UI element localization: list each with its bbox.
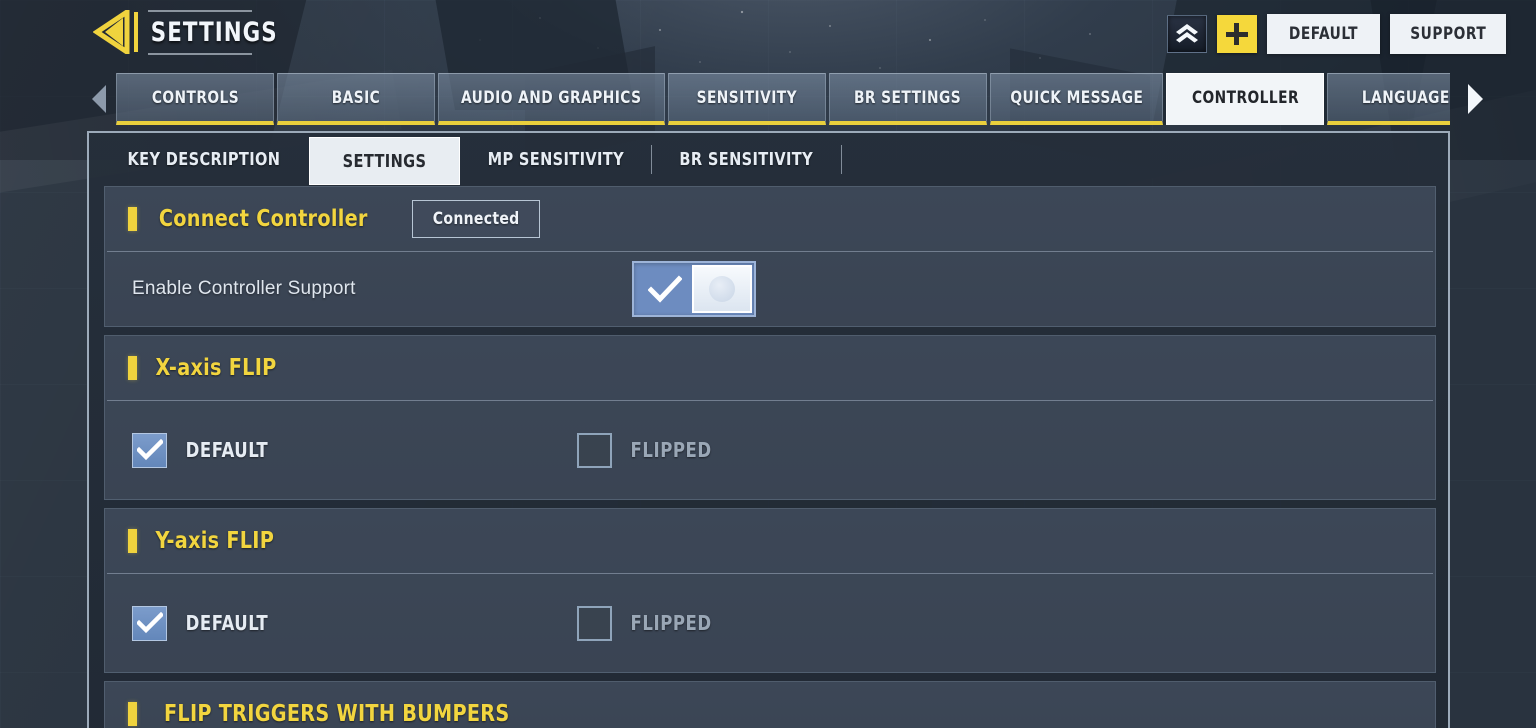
tab-label: AUDIO AND GRAPHICS [461, 87, 642, 108]
tab-label: CONTROLS [151, 87, 239, 108]
tabs-scroll-right-button[interactable] [1460, 73, 1490, 125]
subtab-label: BR SENSITIVITY [679, 149, 814, 170]
checkbox-checked[interactable] [132, 605, 167, 641]
tab-label: BASIC [331, 87, 381, 108]
checkbox-label: FLIPPED [630, 611, 712, 635]
tab-audio-and-graphics[interactable]: AUDIO AND GRAPHICS [438, 73, 665, 125]
top-right-controls: DEFAULT SUPPORT [1166, 14, 1506, 54]
tab-label: LANGUAGE [1362, 87, 1450, 108]
checkbox-label: DEFAULT [185, 611, 269, 635]
subtab-label: SETTINGS [342, 150, 427, 172]
subtab-settings[interactable]: SETTINGS [308, 137, 460, 185]
x-axis-option-default[interactable]: DEFAULT [132, 432, 577, 468]
section-accent-bar [128, 702, 137, 726]
tab-sensitivity[interactable]: SENSITIVITY [667, 73, 826, 125]
section-title: X-axis FLIP [155, 355, 277, 381]
tab-quick-message[interactable]: QUICK MESSAGE [989, 73, 1164, 125]
subtab-mp-sensitivity[interactable]: MP SENSITIVITY [460, 133, 652, 186]
back-button[interactable] [92, 8, 144, 56]
y-axis-flip-options: DEFAULT FLIPPED [105, 574, 1435, 672]
section-title: FLIP TRIGGERS WITH BUMPERS [164, 701, 510, 727]
toggle-knob [692, 265, 752, 313]
page-title: SETTINGS [150, 16, 278, 48]
subtab-label: MP SENSITIVITY [487, 149, 624, 170]
default-button[interactable]: DEFAULT [1266, 14, 1380, 54]
section-header: Connect Controller Connected [105, 187, 1435, 251]
section-accent-bar [128, 207, 137, 231]
sub-tab-bar: KEY DESCRIPTION SETTINGS MP SENSITIVITY … [89, 133, 1448, 186]
section-y-axis-flip: Y-axis FLIP DEFAULT FLIPPED [104, 508, 1436, 673]
tab-label: CONTROLLER [1191, 87, 1299, 108]
tabs-scroll-left-button[interactable] [86, 73, 112, 125]
enable-controller-support-label: Enable Controller Support [132, 278, 356, 299]
section-title: Connect Controller [158, 206, 368, 232]
tab-controls[interactable]: CONTROLS [116, 73, 274, 125]
settings-list: Connect Controller Connected Enable Cont… [104, 186, 1436, 728]
chevron-right-icon [1468, 84, 1483, 114]
subtab-key-description[interactable]: KEY DESCRIPTION [99, 133, 309, 186]
subtab-divider [840, 145, 842, 174]
connected-status-label: Connected [432, 209, 520, 229]
subtab-label: KEY DESCRIPTION [127, 149, 281, 170]
tab-br-settings[interactable]: BR SETTINGS [828, 73, 987, 125]
section-header: Y-axis FLIP [105, 509, 1435, 573]
plus-button[interactable] [1216, 15, 1257, 53]
section-x-axis-flip: X-axis FLIP DEFAULT FLIPPED [104, 335, 1436, 500]
section-accent-bar [128, 529, 137, 553]
tab-language[interactable]: LANGUAGE [1327, 73, 1450, 125]
checkbox-label: DEFAULT [185, 438, 269, 462]
tabs-container: CONTROLS BASIC AUDIO AND GRAPHICS SENSIT… [112, 73, 1450, 125]
chevron-left-icon [92, 85, 106, 113]
checkbox-unchecked[interactable] [577, 605, 612, 641]
tab-controller[interactable]: CONTROLLER [1166, 73, 1325, 125]
x-axis-option-flipped[interactable]: FLIPPED [577, 432, 715, 468]
check-icon [136, 439, 163, 461]
rank-chevron-icon [1175, 24, 1198, 43]
checkbox-unchecked[interactable] [577, 432, 612, 468]
title-rule-bottom [148, 53, 252, 55]
main-tab-bar: CONTROLS BASIC AUDIO AND GRAPHICS SENSIT… [86, 73, 1483, 125]
top-bar: SETTINGS DEFAULT SUPPORT [0, 0, 1536, 66]
tab-label: QUICK MESSAGE [1009, 87, 1143, 108]
section-title: Y-axis FLIP [155, 528, 275, 554]
settings-screen: SETTINGS DEFAULT SUPPORT CONTROLS BASIC … [0, 0, 1536, 728]
default-button-label: DEFAULT [1288, 24, 1358, 44]
section-header: FLIP TRIGGERS WITH BUMPERS [105, 682, 1435, 728]
page-title-group: SETTINGS [142, 8, 296, 56]
support-button-label: SUPPORT [1409, 24, 1486, 44]
connected-status-button[interactable]: Connected [411, 200, 540, 238]
y-axis-option-flipped[interactable]: FLIPPED [577, 605, 715, 641]
tab-label: BR SETTINGS [853, 87, 962, 108]
x-axis-flip-options: DEFAULT FLIPPED [105, 401, 1435, 499]
section-flip-triggers-with-bumpers: FLIP TRIGGERS WITH BUMPERS [104, 681, 1436, 728]
y-axis-option-default[interactable]: DEFAULT [132, 605, 577, 641]
section-connect-controller: Connect Controller Connected Enable Cont… [104, 186, 1436, 327]
support-button[interactable]: SUPPORT [1389, 14, 1506, 54]
rank-badge[interactable] [1166, 15, 1207, 53]
section-header: X-axis FLIP [105, 336, 1435, 400]
enable-controller-support-toggle[interactable] [632, 261, 756, 317]
row-enable-controller-support: Enable Controller Support [105, 252, 1435, 326]
subtab-br-sensitivity[interactable]: BR SENSITIVITY [652, 133, 840, 186]
check-icon [648, 275, 682, 303]
tab-label: SENSITIVITY [696, 87, 797, 108]
checkbox-checked[interactable] [132, 432, 167, 468]
back-arrow-icon [93, 10, 138, 54]
section-accent-bar [128, 356, 137, 380]
checkbox-label: FLIPPED [630, 438, 712, 462]
check-icon [136, 612, 163, 634]
tab-basic[interactable]: BASIC [277, 73, 435, 125]
content-panel: KEY DESCRIPTION SETTINGS MP SENSITIVITY … [87, 131, 1450, 728]
title-rule-top [148, 10, 252, 12]
